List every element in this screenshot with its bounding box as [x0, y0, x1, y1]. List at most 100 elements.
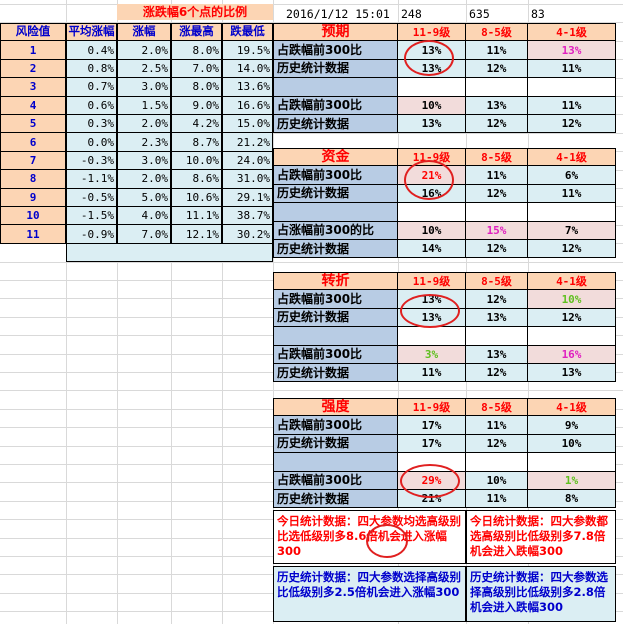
value-cell: 6% [528, 166, 616, 185]
left-table-cell: 21.2% [222, 133, 273, 152]
level-header: 8-5级 [466, 272, 528, 291]
left-header-1: 平均涨幅 [66, 23, 117, 42]
blank-label [273, 203, 398, 222]
left-table-cell: 4.0% [117, 207, 171, 226]
value-cell: 13% [466, 308, 528, 328]
left-table-cell: -0.9% [66, 225, 117, 244]
left-table-cell: 0.7% [66, 78, 117, 97]
left-table-cell: -0.3% [66, 151, 117, 171]
left-table-cell: 38.7% [222, 207, 273, 226]
grid-row-line [0, 390, 623, 391]
section-title-0: 预期 [273, 23, 398, 42]
left-table-cell: 15.0% [222, 115, 273, 134]
row-label: 占跌幅前300比 [273, 471, 398, 490]
red-annotation-circle [400, 464, 460, 498]
level-header: 11-9级 [398, 272, 466, 291]
left-table-cell: -1.1% [66, 170, 117, 189]
value-cell: 10% [398, 221, 466, 240]
value-cell [528, 203, 616, 222]
row-label: 占跌幅前300比 [273, 96, 398, 115]
value-cell: 12% [466, 240, 528, 259]
left-table-cell: 11.1% [171, 207, 222, 226]
row-label: 占跌幅前300比 [273, 41, 398, 60]
row-label: 历史统计数据 [273, 184, 398, 204]
left-table-cell: 2.0% [117, 115, 171, 134]
left-table-cell: 2.3% [117, 133, 171, 152]
value-cell: 10% [528, 434, 616, 454]
level-header: 11-9级 [398, 398, 466, 417]
row-label: 历史统计数据 [273, 240, 398, 259]
value-cell: 13% [528, 364, 616, 383]
value-cell: 13% [466, 345, 528, 364]
value-cell: 11% [466, 416, 528, 435]
row-label: 占涨幅前300的比 [273, 221, 398, 240]
value-cell: 11% [528, 96, 616, 115]
section-title-2: 转折 [273, 272, 398, 291]
left-table-cell: 8.6% [171, 170, 222, 189]
left-table-cell: 24.0% [222, 151, 273, 171]
level-header: 4-1级 [528, 398, 616, 417]
row-label: 占跌幅前300比 [273, 416, 398, 435]
red-annotation-circle [404, 40, 454, 76]
risk-value-cell: 3 [0, 78, 66, 97]
left-table-cell: 1.5% [117, 96, 171, 115]
value-cell [398, 203, 466, 222]
blank-label [273, 78, 398, 97]
row-label: 历史统计数据 [273, 59, 398, 79]
red-annotation-circle [400, 294, 460, 328]
left-table-cell: 8.7% [171, 133, 222, 152]
red-annotation-circle [404, 160, 454, 200]
left-table-cell: 3.0% [117, 151, 171, 171]
row-label: 历史统计数据 [273, 308, 398, 328]
risk-value-cell: 4 [0, 96, 66, 115]
value-cell: 12% [528, 240, 616, 259]
value-cell: 12% [528, 115, 616, 134]
level-header: 4-1级 [528, 23, 616, 42]
risk-value-cell: 11 [0, 225, 66, 244]
left-table-cell: 10.0% [171, 151, 222, 171]
left-table-cell: 7.0% [171, 59, 222, 79]
value-cell [466, 78, 528, 97]
left-table-cell: 0.8% [66, 59, 117, 79]
value-cell: 10% [466, 471, 528, 490]
row-label: 历史统计数据 [273, 434, 398, 454]
value-cell: 13% [528, 41, 616, 60]
left-table-cell: 7.0% [117, 225, 171, 244]
risk-value-cell: 10 [0, 207, 66, 226]
left-header-3: 涨最高 [171, 23, 222, 42]
row-label: 占跌幅前300比 [273, 290, 398, 309]
row-label: 历史统计数据 [273, 115, 398, 134]
left-table-cell: 2.0% [117, 170, 171, 189]
left-table-cell: 5.0% [117, 188, 171, 207]
count-1: 248 [401, 7, 422, 22]
banner-title: 涨跌幅6个点的比例 [117, 4, 273, 20]
value-cell: 12% [466, 59, 528, 79]
value-cell: 14% [398, 240, 466, 259]
left-header-0: 风险值 [0, 23, 66, 42]
level-header: 8-5级 [466, 148, 528, 167]
left-table-cell: 19.5% [222, 41, 273, 60]
left-table-cell: 8.0% [171, 41, 222, 60]
left-table-cell: 2.5% [117, 59, 171, 79]
level-header: 8-5级 [466, 23, 528, 42]
value-cell: 12% [466, 364, 528, 383]
value-cell: 11% [398, 364, 466, 383]
value-cell [528, 78, 616, 97]
value-cell: 12% [466, 290, 528, 309]
grid-row-line [0, 4, 623, 5]
left-table-footer [66, 243, 273, 263]
risk-value-cell: 7 [0, 151, 66, 171]
left-table-cell: 10.6% [171, 188, 222, 207]
value-cell: 11% [528, 184, 616, 204]
section-title-1: 资金 [273, 148, 398, 167]
level-header: 4-1级 [528, 148, 616, 167]
value-cell [398, 327, 466, 346]
count-3: 83 [531, 7, 545, 22]
value-cell: 11% [528, 59, 616, 79]
left-table-cell: 14.0% [222, 59, 273, 79]
row-label: 占跌幅前300比 [273, 345, 398, 364]
left-table-cell: 31.0% [222, 170, 273, 189]
value-cell: 8% [528, 490, 616, 509]
value-cell: 12% [528, 308, 616, 328]
left-table-cell: 29.1% [222, 188, 273, 207]
